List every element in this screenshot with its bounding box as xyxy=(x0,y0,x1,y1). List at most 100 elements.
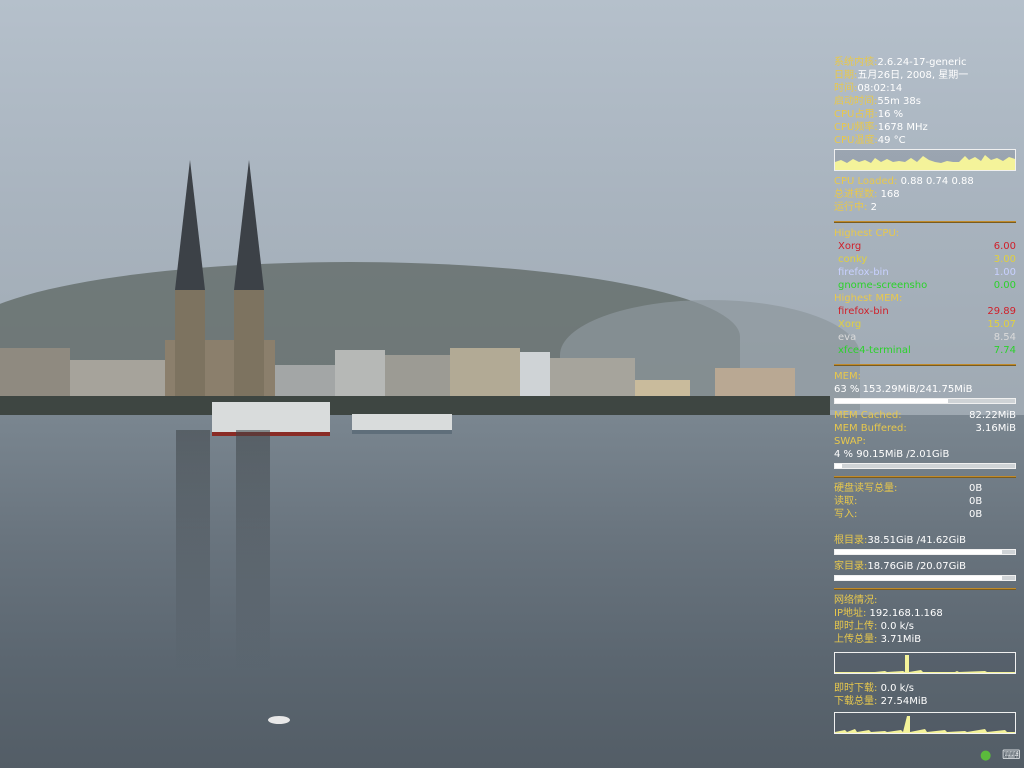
uptime-value: 55m 38s xyxy=(877,96,921,107)
upload-total-value: 3.71MiB xyxy=(880,634,922,645)
upload-total-row: 上传总量: 3.71MiB xyxy=(834,633,1016,646)
disk-io-label: 硬盘读写总量: xyxy=(834,483,898,494)
cpu-temp-row: CPU温度:49 °C xyxy=(834,134,1016,147)
separator xyxy=(834,364,1016,366)
process-value: 0.00 xyxy=(993,280,1016,291)
highest-mem-label: Highest MEM: xyxy=(834,293,903,304)
cpu-loaded-label: CPU Loaded: xyxy=(834,176,898,187)
network-label: 网络情况: xyxy=(834,595,878,606)
cpu-temp-label: CPU温度: xyxy=(834,135,878,146)
disk-write-label: 写入: xyxy=(834,509,858,520)
process-name: gnome-screensho xyxy=(838,280,928,291)
process-value: 15.07 xyxy=(987,319,1016,330)
process-value: 3.00 xyxy=(993,254,1016,265)
disk-read-label: 读取: xyxy=(834,496,858,507)
cpu-freq-value: 1678 MHz xyxy=(877,122,928,133)
highest-mem-row: xfce4-terminal 7.74 xyxy=(834,344,1016,357)
root-fs-row: 根目录:38.51GiB /41.62GiB xyxy=(834,534,1016,547)
upload-graph-area xyxy=(835,655,1015,673)
process-value: 6.00 xyxy=(993,241,1016,252)
cpu-history-graph xyxy=(834,149,1016,171)
process-name: firefox-bin xyxy=(838,267,889,278)
process-name: Xorg xyxy=(838,241,862,252)
date-row: 日期:五月26日, 2008, 星期一 xyxy=(834,69,1016,82)
mem-title: MEM: xyxy=(834,370,1016,383)
cpu-freq-row: CPU频率:1678 MHz xyxy=(834,121,1016,134)
upload-history-graph xyxy=(834,652,1016,674)
mem-cached-row: MEM Cached: 82.22MiB xyxy=(834,409,1016,422)
process-name: Xorg xyxy=(838,319,862,330)
disk-write-row: 写入: 0B xyxy=(834,508,1016,521)
download-graph-area xyxy=(835,716,1015,733)
uptime-label: 启动时间: xyxy=(834,96,878,107)
root-fs-label: 根目录: xyxy=(834,535,868,546)
processes-row: 总进程数: 168 xyxy=(834,188,1016,201)
swap-usage-row: 4 % 90.15MiB /2.01GiB xyxy=(834,448,1016,461)
process-name: conky xyxy=(838,254,868,265)
ip-row: IP地址: 192.168.1.168 xyxy=(834,607,1016,620)
separator xyxy=(834,588,1016,590)
wallpaper-seagull xyxy=(268,716,290,724)
upload-total-label: 上传总量: xyxy=(834,634,878,645)
processes-value: 168 xyxy=(880,189,900,200)
swap-value: 4 % 90.15MiB /2.01GiB xyxy=(834,449,950,460)
kernel-value: 2.6.24-17-generic xyxy=(877,57,967,68)
cpu-temp-value: 49 °C xyxy=(877,135,906,146)
wallpaper-steamboat xyxy=(212,402,330,436)
process-value: 7.74 xyxy=(993,345,1016,356)
upload-speed-value: 0.0 k/s xyxy=(880,621,915,632)
date-value: 五月26日, 2008, 星期一 xyxy=(857,70,969,81)
download-speed-label: 即时下载: xyxy=(834,683,878,694)
wallpaper-boat xyxy=(352,414,452,434)
swap-usage-bar-fill xyxy=(835,464,843,468)
swap-label: SWAP: xyxy=(834,436,866,447)
highest-cpu-row: conky 3.00 xyxy=(834,253,1016,266)
cpu-loaded-row: CPU Loaded: 0.88 0.74 0.88 xyxy=(834,175,1016,188)
user-status-icon[interactable]: ● xyxy=(980,748,991,764)
mem-buffered-label: MEM Buffered: xyxy=(834,423,907,434)
cpu-loaded-value: 0.88 0.74 0.88 xyxy=(900,176,974,187)
download-history-graph xyxy=(834,712,1016,734)
process-name: xfce4-terminal xyxy=(838,345,911,356)
mem-usage-row: 63 % 153.29MiB/241.75MiB xyxy=(834,383,1016,396)
wallpaper-spire-left xyxy=(175,160,205,290)
process-value: 8.54 xyxy=(993,332,1016,343)
keyboard-icon[interactable]: ⌨ xyxy=(1002,748,1021,764)
kernel-label: 系统内核: xyxy=(834,57,878,68)
processes-label: 总进程数: xyxy=(834,189,878,200)
cpu-graph-area xyxy=(835,155,1015,170)
home-fs-bar xyxy=(834,575,1016,581)
uptime-row: 启动时间:55m 38s xyxy=(834,95,1016,108)
running-row: 运行中: 2 xyxy=(834,201,1016,214)
cpu-usage-value: 16 % xyxy=(877,109,904,120)
highest-mem-title: Highest MEM: xyxy=(834,292,1016,305)
highest-cpu-row: gnome-screensho 0.00 xyxy=(834,279,1016,292)
download-total-label: 下载总量: xyxy=(834,696,878,707)
disk-write-value: 0B xyxy=(969,509,983,520)
process-value: 1.00 xyxy=(993,267,1016,278)
disk-io-row: 硬盘读写总量: 0B xyxy=(834,482,1016,495)
mem-buffered-row: MEM Buffered: 3.16MiB xyxy=(834,422,1016,435)
upload-speed-label: 即时上传: xyxy=(834,621,878,632)
running-value: 2 xyxy=(870,202,877,213)
conky-system-monitor: 系统内核:2.6.24-17-generic 日期:五月26日, 2008, 星… xyxy=(834,56,1016,738)
time-row: 时间:08:02:14 xyxy=(834,82,1016,95)
download-speed-value: 0.0 k/s xyxy=(880,683,915,694)
process-name: eva xyxy=(838,332,857,343)
download-total-row: 下载总量: 27.54MiB xyxy=(834,695,1016,708)
process-name: firefox-bin xyxy=(838,306,889,317)
disk-read-row: 读取: 0B xyxy=(834,495,1016,508)
mem-cached-label: MEM Cached: xyxy=(834,410,902,421)
highest-cpu-title: Highest CPU: xyxy=(834,227,1016,240)
mem-usage-bar xyxy=(834,398,1016,404)
highest-cpu-row: firefox-bin 1.00 xyxy=(834,266,1016,279)
cpu-usage-label: CPU占用: xyxy=(834,109,878,120)
root-fs-bar xyxy=(834,549,1016,555)
swap-usage-bar xyxy=(834,463,1016,469)
mem-buffered-value: 3.16MiB xyxy=(975,423,1016,434)
home-fs-label: 家目录: xyxy=(834,561,868,572)
home-fs-bar-fill xyxy=(835,576,1003,580)
wallpaper-reflection-right xyxy=(236,430,270,670)
cpu-freq-label: CPU频率: xyxy=(834,122,878,133)
process-value: 29.89 xyxy=(987,306,1016,317)
